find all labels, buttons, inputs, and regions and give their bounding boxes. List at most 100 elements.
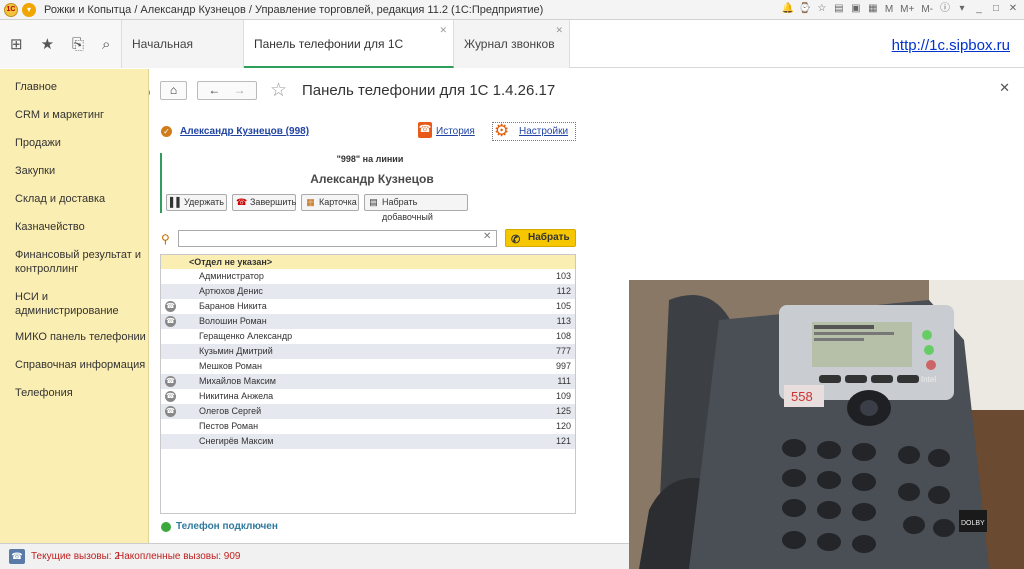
contact-name: Снегирёв Максим <box>199 436 274 446</box>
memory-plus-button[interactable]: M+ <box>898 4 916 15</box>
minimize-icon[interactable]: _ <box>972 2 986 16</box>
section-tools: ⊞ ★ ⎘ ⌕ <box>0 20 122 68</box>
sidebar-item-sales[interactable]: Продажи <box>0 136 148 150</box>
menu-icon[interactable]: ▾ <box>955 2 969 16</box>
sidebar-item-purchases[interactable]: Закупки <box>0 164 148 178</box>
memory-button[interactable]: M <box>883 4 895 15</box>
save-icon[interactable]: ▣ <box>849 2 863 16</box>
settings-link[interactable]: Настройки <box>519 126 568 137</box>
contact-name: Пестов Роман <box>199 421 259 431</box>
back-arrow-icon[interactable]: ← <box>208 83 220 97</box>
sidebar-item-main[interactable]: Главное <box>0 80 148 94</box>
title-bar: 1С ▾ Рожки и Копытца / Александр Кузнецо… <box>0 0 1024 20</box>
connected-status-icon <box>161 522 171 532</box>
contact-row[interactable]: Кузьмин Дмитрий 777 <box>161 344 575 359</box>
hold-button[interactable]: ▌▌ Удержать <box>166 194 227 211</box>
search-input[interactable] <box>178 230 497 247</box>
info-icon[interactable]: ⓘ <box>938 2 952 16</box>
contact-name: Артюхов Денис <box>199 286 263 296</box>
sidebar: Главное CRM и маркетинг Продажи Закупки … <box>0 69 149 543</box>
clear-search-icon[interactable]: ✕ <box>483 231 491 242</box>
contact-name: Никитина Анжела <box>199 391 274 401</box>
close-form-icon[interactable]: ✕ <box>999 80 1010 96</box>
contact-name: Кузьмин Дмитрий <box>199 346 273 356</box>
search-icon[interactable]: ⌕ <box>102 36 110 53</box>
sidebar-item-finance[interactable]: Финансовый результат и контроллинг <box>0 248 148 276</box>
tab-telephony-panel[interactable]: Панель телефонии для 1С 1.4.26.17 ✕ <box>244 20 454 99</box>
sidebar-item-warehouse[interactable]: Склад и доставка <box>0 192 148 206</box>
site-link[interactable]: http://1c.sipbox.ru <box>892 37 1010 54</box>
contact-row[interactable]: ☎ Михайлов Максим 111 <box>161 374 575 389</box>
sidebar-item-admin[interactable]: НСИ и администрирование <box>0 290 148 318</box>
phone-brand: Intel <box>921 375 936 384</box>
busy-phone-icon: ☎ <box>165 301 176 312</box>
card-button[interactable]: ▦ Карточка <box>301 194 359 211</box>
history-icon[interactable]: ⌚ <box>798 2 812 16</box>
app-logo-icon: 1С <box>4 2 18 17</box>
contact-name: Мешков Роман <box>199 361 262 371</box>
contact-name: Олегов Сергей <box>199 406 262 416</box>
sidebar-item-crm[interactable]: CRM и маркетинг <box>0 108 148 122</box>
history-link[interactable]: История <box>436 126 475 137</box>
contact-extension: 113 <box>556 316 571 326</box>
contact-row[interactable]: Мешков Роман 997 <box>161 359 575 374</box>
dial-button[interactable]: ✆ Набрать <box>505 229 576 247</box>
print-icon[interactable]: ▤ <box>832 2 846 16</box>
history-clock-icon[interactable]: ⎘ <box>72 36 84 53</box>
sidebar-item-miko[interactable]: МИКО панель телефонии <box>0 330 148 344</box>
sidebar-item-treasury[interactable]: Казначейство <box>0 220 148 234</box>
hangup-icon: ☎ <box>236 197 248 207</box>
calc-icon[interactable]: ▦ <box>866 2 880 16</box>
hangup-button[interactable]: ☎ Завершить <box>232 194 296 211</box>
contact-row[interactable]: ☎ Баранов Никита 105 <box>161 299 575 314</box>
close-tab-icon[interactable]: ✕ <box>439 6 447 54</box>
tab-label: Журнал звонков <box>464 37 555 51</box>
memory-minus-button[interactable]: M- <box>919 4 935 15</box>
maximize-icon[interactable]: □ <box>989 2 1003 16</box>
user-link[interactable]: Александр Кузнецов (998) <box>180 126 309 137</box>
contact-name: Волошин Роман <box>199 316 267 326</box>
phone-icon: ✆ <box>511 234 521 246</box>
contact-extension: 777 <box>555 346 571 356</box>
forward-arrow-icon[interactable]: → <box>234 83 246 97</box>
contact-extension: 103 <box>555 271 571 281</box>
webcam-overlay: 558 Intel DOLBY <box>629 280 1024 569</box>
home-button[interactable]: ⌂ <box>160 81 187 100</box>
contact-row[interactable]: ☎ Никитина Анжела 109 <box>161 389 575 404</box>
card-icon: ▦ <box>306 197 315 207</box>
contact-row[interactable]: ☎ Волошин Роман 113 <box>161 314 575 329</box>
contact-extension: 109 <box>555 391 571 401</box>
contact-row[interactable]: Администратор 103 <box>161 269 575 284</box>
page-title: Панель телефонии для 1С 1.4.26.17 <box>302 82 556 99</box>
close-tab-icon[interactable]: ✕ <box>555 6 563 54</box>
contact-row[interactable]: Геращенко Александр 108 <box>161 329 575 344</box>
contact-extension: 105 <box>555 301 571 311</box>
sidebar-item-reference[interactable]: Справочная информация <box>0 358 148 372</box>
bell-icon[interactable]: 🔔 <box>781 2 795 16</box>
contact-row[interactable]: Пестов Роман 120 <box>161 419 575 434</box>
card-label: Карточка <box>319 197 357 207</box>
phone-sticker: 558 <box>791 389 813 404</box>
accumulated-calls: Накопленные вызовы: 909 <box>117 551 241 562</box>
tab-call-log[interactable]: Журнал звонков ✕ <box>454 20 570 68</box>
busy-phone-icon: ☎ <box>165 391 176 402</box>
contact-name: Геращенко Александр <box>199 331 293 341</box>
contact-row[interactable]: Артюхов Денис 112 <box>161 284 575 299</box>
favorites-star-icon[interactable]: ★ <box>41 35 54 53</box>
favorite-star-icon[interactable]: ☆ <box>270 79 287 102</box>
connection-status: Телефон подключен <box>176 521 278 532</box>
close-window-icon[interactable]: ✕ <box>1006 2 1020 16</box>
star-icon[interactable]: ☆ <box>815 2 829 16</box>
history-phone-icon: ☎ <box>418 122 432 138</box>
sections-grid-icon[interactable]: ⊞ <box>10 35 23 53</box>
sidebar-item-telephony[interactable]: Телефония <box>0 386 148 400</box>
calls-panel-icon[interactable]: ☎ <box>9 549 25 564</box>
contact-row[interactable]: ☎ Олегов Сергей 125 <box>161 404 575 419</box>
main-menu-icon[interactable]: ▾ <box>22 2 36 17</box>
group-row[interactable]: <Отдел не указан> <box>161 255 575 269</box>
tab-home[interactable]: Начальная страница <box>122 20 244 99</box>
pause-icon: ▌▌ <box>170 197 183 207</box>
contact-row[interactable]: Снегирёв Максим 121 <box>161 434 575 449</box>
dial-extension-button[interactable]: ▤ Набрать добавочный <box>364 194 468 222</box>
contact-extension: 108 <box>555 331 571 341</box>
